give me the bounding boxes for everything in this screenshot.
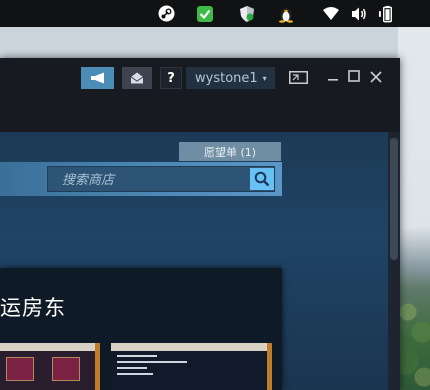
envelope-icon <box>130 72 144 84</box>
help-button[interactable]: ? <box>160 67 182 89</box>
maximize-icon <box>348 70 360 82</box>
wishlist-button[interactable]: 愿望单 (1) <box>179 142 281 161</box>
search-box <box>47 166 275 192</box>
featured-banner[interactable]: 运房东 <box>0 268 282 390</box>
account-menu[interactable]: wystone1 ▾ <box>186 67 275 89</box>
minimize-icon <box>328 79 338 81</box>
search-input[interactable] <box>62 171 242 189</box>
scrollbar-thumb[interactable] <box>390 138 398 260</box>
store-content: 愿望单 (1) 运房东 <box>0 132 388 390</box>
search-icon <box>254 171 270 187</box>
main-nav-bar <box>0 98 388 132</box>
screenshot-thumbnail[interactable] <box>0 343 98 390</box>
linux-penguin-icon[interactable] <box>276 4 295 23</box>
big-picture-button[interactable] <box>288 70 308 84</box>
featured-title: 运房东 <box>0 296 66 320</box>
desktop-wallpaper <box>398 27 430 390</box>
chevron-down-icon: ▾ <box>262 73 267 83</box>
checkmark-shield-icon[interactable] <box>195 4 214 23</box>
minimize-button[interactable] <box>325 68 341 84</box>
notifications-button[interactable] <box>122 67 152 89</box>
big-picture-icon <box>288 70 308 84</box>
account-name: wystone1 <box>195 70 258 86</box>
vertical-scrollbar[interactable] <box>388 132 400 390</box>
thumbnail-divider <box>267 343 272 390</box>
screenshot-thumbnail[interactable] <box>111 343 271 390</box>
close-button[interactable] <box>367 68 385 86</box>
steam-icon[interactable] <box>157 4 176 23</box>
search-button[interactable] <box>250 168 274 190</box>
volume-icon[interactable] <box>349 4 368 23</box>
steam-window: ? wystone1 ▾ 愿望单 (1) 搜索商店 运房东 <box>0 58 400 390</box>
announcements-button[interactable] <box>81 67 114 89</box>
wifi-icon[interactable] <box>321 4 340 23</box>
system-top-bar <box>0 0 430 27</box>
title-bar: ? wystone1 ▾ <box>0 58 400 98</box>
maximize-button[interactable] <box>346 68 362 84</box>
battery-icon[interactable] <box>378 4 397 23</box>
megaphone-icon <box>90 72 104 84</box>
thumbnail-divider <box>95 343 100 390</box>
store-nav-bar <box>0 162 282 196</box>
security-shield-icon[interactable] <box>237 4 256 23</box>
close-icon <box>370 71 382 83</box>
